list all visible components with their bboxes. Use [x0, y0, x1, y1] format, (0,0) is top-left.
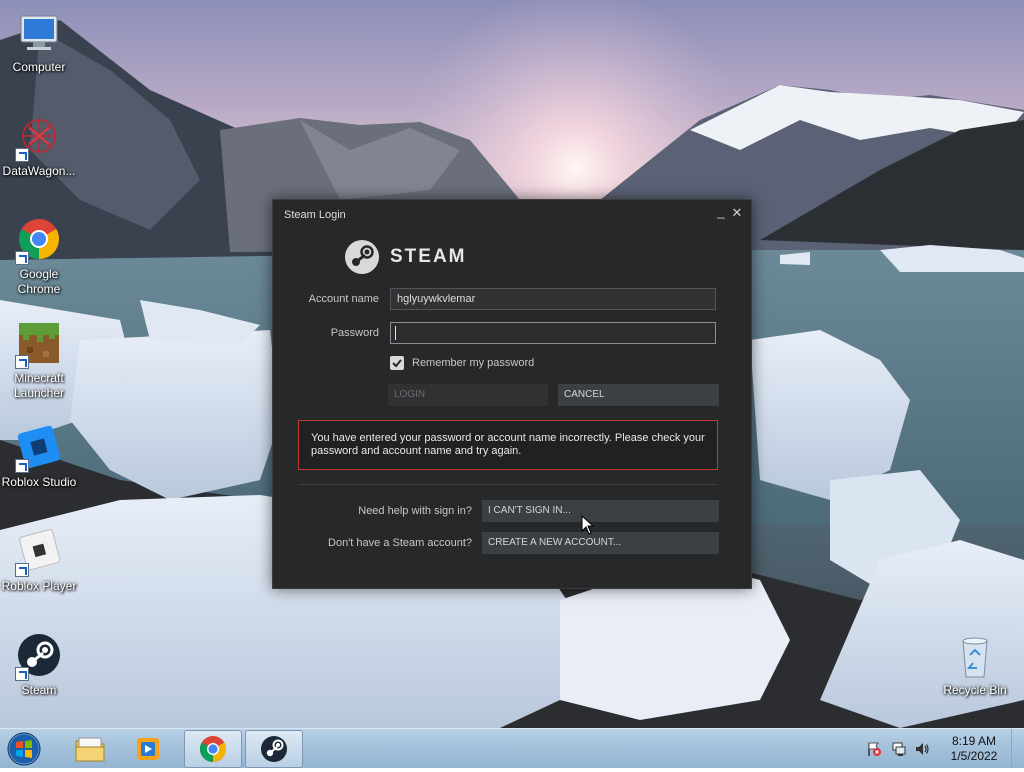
- desktop-icon-label: Computer: [12, 60, 66, 74]
- steam-logo: STEAM: [344, 239, 467, 275]
- recycle-bin-icon: [951, 633, 999, 681]
- system-clock[interactable]: 8:19 AM 1/5/2022: [944, 734, 1004, 764]
- shortcut-arrow-icon: [15, 355, 29, 369]
- desktop-icon-label: Google Chrome: [17, 267, 61, 296]
- media-player-icon: [137, 738, 159, 760]
- window-title: Steam Login: [284, 209, 346, 221]
- desktop-icon-computer[interactable]: Computer: [0, 10, 78, 75]
- steam-icon: [261, 736, 287, 762]
- show-desktop-button[interactable]: [1011, 729, 1024, 768]
- password-label: Password: [330, 327, 379, 339]
- password-input[interactable]: [390, 322, 716, 344]
- account-name-label: Account name: [308, 293, 379, 305]
- shortcut-arrow-icon: [15, 667, 29, 681]
- shortcut-arrow-icon: [15, 459, 29, 473]
- divider: [298, 484, 718, 485]
- clock-date: 1/5/2022: [950, 749, 998, 763]
- desktop-icon-chrome[interactable]: Google Chrome: [0, 217, 78, 297]
- desktop-icon-label: Roblox Studio: [1, 475, 77, 489]
- steam-logo-text: STEAM: [390, 246, 467, 267]
- need-help-label: Need help with sign in?: [358, 505, 472, 517]
- chrome-icon: [15, 217, 63, 265]
- shortcut-arrow-icon: [15, 251, 29, 265]
- taskbar-media-player[interactable]: [120, 730, 178, 768]
- steam-login-window: Steam Login _ ✕ STEAM Account name Passw…: [272, 199, 752, 589]
- steam-icon: [15, 633, 63, 681]
- desktop-icon-label: Steam: [21, 683, 57, 697]
- remember-password-label: Remember my password: [412, 357, 535, 369]
- windows-orb-icon: [7, 732, 41, 766]
- steam-logo-icon: [345, 240, 379, 274]
- desktop-icon-label: Roblox Player: [1, 579, 77, 593]
- taskbar-chrome[interactable]: [184, 730, 242, 768]
- volume-icon[interactable]: [914, 741, 930, 757]
- taskbar: 8:19 AM 1/5/2022: [0, 728, 1024, 768]
- mouse-pointer-icon: [581, 515, 595, 535]
- network-icon[interactable]: [891, 741, 907, 757]
- minecraft-icon: [15, 321, 63, 369]
- taskbar-file-explorer[interactable]: [61, 730, 119, 768]
- checkmark-icon: [392, 359, 402, 368]
- action-center-flag-icon[interactable]: [866, 741, 882, 757]
- desktop: Computer DataWagon... Google Chrome Mine…: [0, 0, 1024, 728]
- minimize-button[interactable]: _: [713, 203, 729, 221]
- login-button[interactable]: LOGIN: [388, 384, 548, 406]
- start-button[interactable]: [5, 731, 43, 767]
- cant-sign-in-button[interactable]: I CAN'T SIGN IN...: [482, 500, 719, 522]
- desktop-icon-roblox-player[interactable]: Roblox Player: [0, 529, 78, 594]
- desktop-icon-label: DataWagon...: [2, 164, 76, 178]
- desktop-icon-label: Recycle Bin: [943, 683, 1007, 697]
- text-caret: [395, 326, 396, 340]
- account-name-input[interactable]: [390, 288, 716, 310]
- roblox-player-icon: [15, 529, 63, 577]
- error-message: You have entered your password or accoun…: [298, 420, 718, 470]
- desktop-icon-steam[interactable]: Steam: [0, 633, 78, 698]
- desktop-icon-recycle-bin[interactable]: Recycle Bin: [936, 633, 1014, 698]
- computer-icon: [15, 10, 63, 58]
- shortcut-arrow-icon: [15, 563, 29, 577]
- remember-password-checkbox[interactable]: [390, 356, 404, 370]
- desktop-icon-label: Minecraft Launcher: [13, 371, 65, 400]
- shortcut-arrow-icon: [15, 148, 29, 162]
- file-explorer-icon: [75, 737, 105, 762]
- desktop-icon-roblox-studio[interactable]: Roblox Studio: [0, 425, 78, 490]
- desktop-icon-datawagon[interactable]: DataWagon...: [0, 114, 78, 179]
- datawagon-icon: [15, 114, 63, 162]
- roblox-studio-icon: [15, 425, 63, 473]
- chrome-icon: [199, 736, 227, 763]
- taskbar-steam[interactable]: [245, 730, 303, 768]
- close-button[interactable]: ✕: [729, 204, 745, 222]
- desktop-icon-minecraft[interactable]: Minecraft Launcher: [0, 321, 78, 401]
- cancel-button[interactable]: CANCEL: [558, 384, 719, 406]
- clock-time: 8:19 AM: [951, 734, 997, 748]
- create-account-button[interactable]: CREATE A NEW ACCOUNT...: [482, 532, 719, 554]
- no-account-label: Don't have a Steam account?: [328, 537, 472, 549]
